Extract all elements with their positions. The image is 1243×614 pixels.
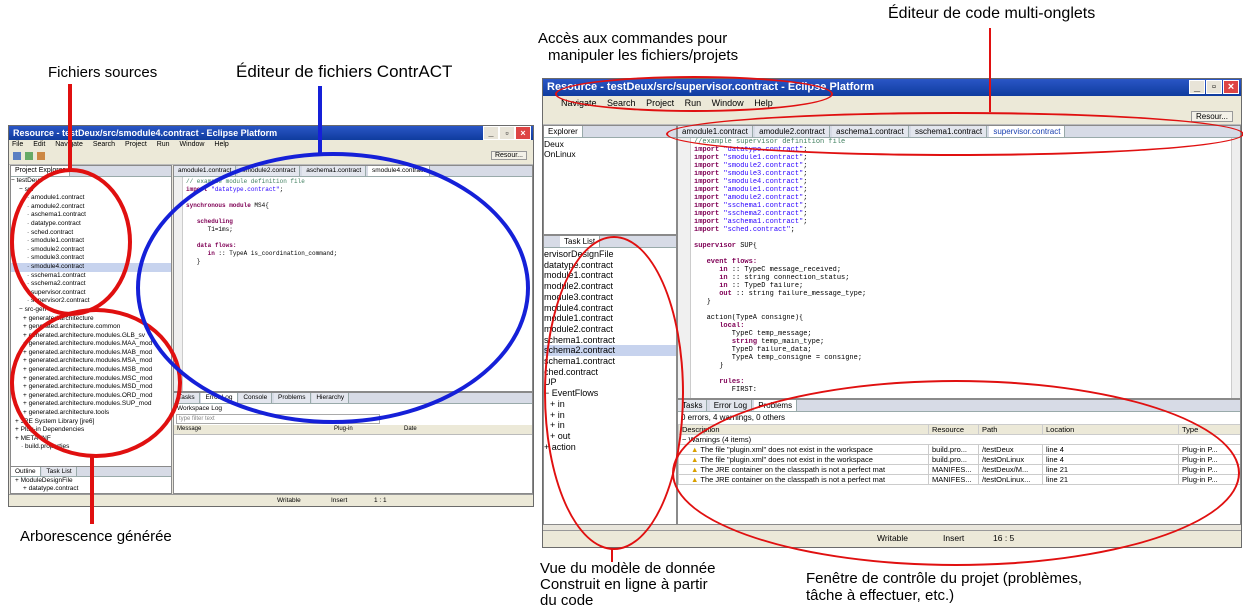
leader-lines: [68, 28, 991, 562]
figure: { "annotations": { "fichiers_sources": "…: [0, 0, 1243, 614]
